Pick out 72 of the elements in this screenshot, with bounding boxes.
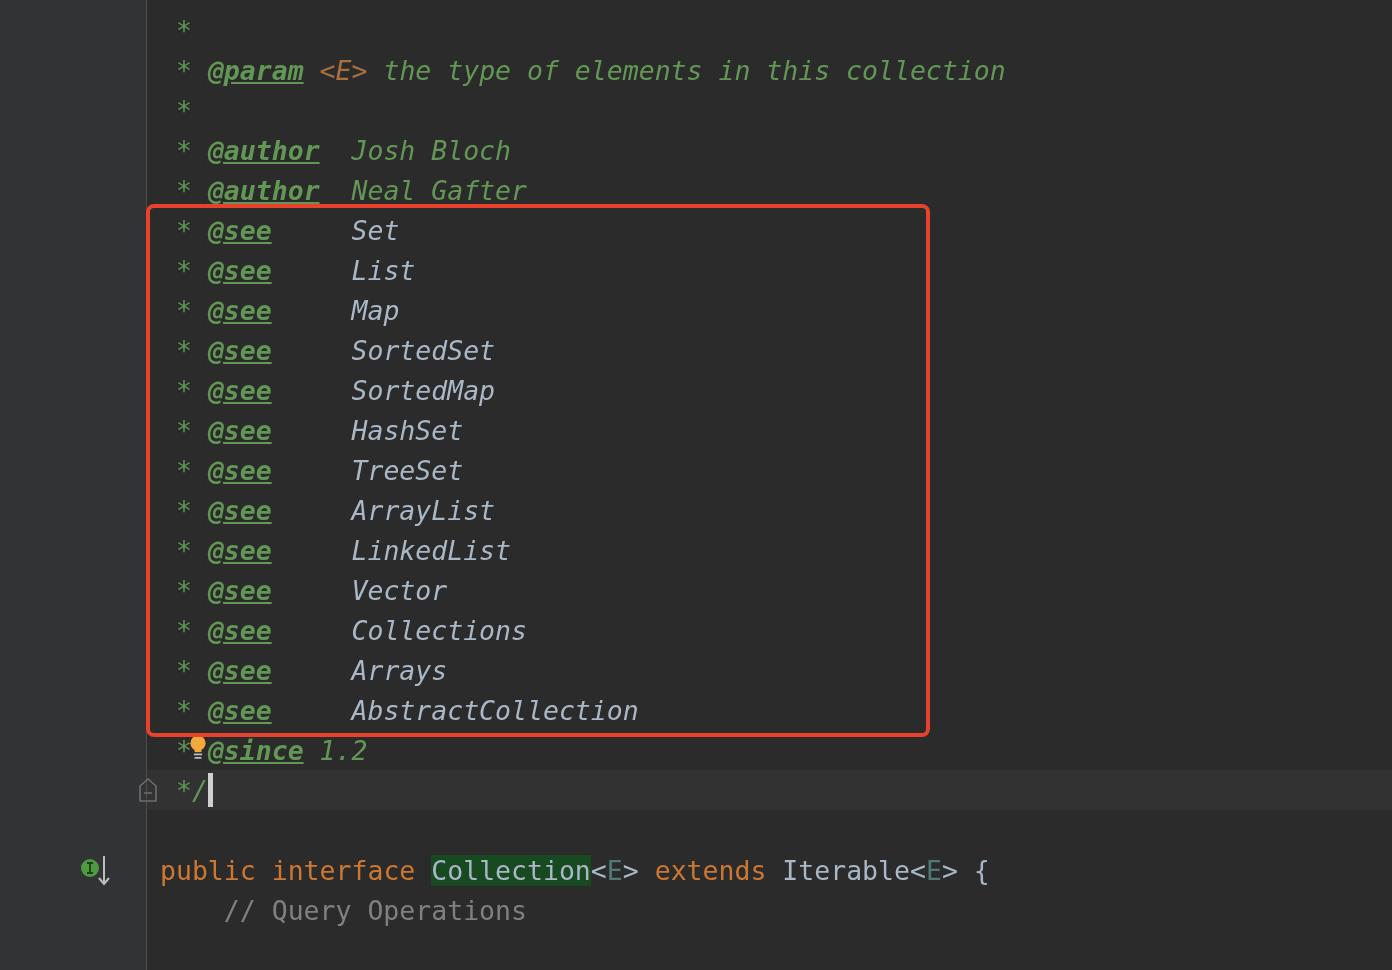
keyword: interface (271, 854, 416, 886)
comment-asterisk: * (176, 214, 192, 246)
keyword: public (160, 854, 256, 886)
javadoc-tag[interactable]: @see (207, 414, 272, 446)
see-reference: HashSet (351, 414, 464, 446)
javadoc-tag[interactable]: @see (207, 214, 272, 246)
javadoc-tag[interactable]: @see (207, 574, 272, 606)
javadoc-tag[interactable]: @author (207, 134, 320, 166)
comment-asterisk: * (176, 414, 192, 446)
javadoc-tag[interactable]: @param (207, 54, 304, 86)
comment-asterisk: * (176, 694, 192, 726)
see-reference: ArrayList (351, 494, 496, 526)
javadoc-tag[interactable]: @see (207, 494, 272, 526)
see-reference: List (351, 254, 416, 286)
javadoc-tag[interactable]: @see (207, 654, 272, 686)
see-reference: Collections (351, 614, 527, 646)
code-token: < (910, 854, 926, 886)
code-token: Iterable (782, 854, 910, 886)
comment-asterisk: * (176, 494, 192, 526)
comment-asterisk: * (176, 454, 192, 486)
javadoc-tag[interactable]: @see (207, 454, 272, 486)
comment-asterisk: * (176, 174, 192, 206)
see-reference: Set (351, 214, 400, 246)
see-reference: Arrays (351, 654, 448, 686)
comment-asterisk: * (176, 94, 192, 126)
comment-asterisk: * (176, 734, 192, 766)
comment-asterisk: * (176, 14, 192, 46)
line-comment: // Query Operations (223, 894, 527, 926)
see-reference: LinkedList (351, 534, 512, 566)
tag-description: the type of elements in this collection (383, 54, 1006, 86)
code-token: > (941, 854, 958, 886)
javadoc-tag[interactable]: @see (207, 534, 272, 566)
see-reference: Vector (351, 574, 448, 606)
javadoc-tag[interactable]: @see (207, 614, 272, 646)
fold-icon[interactable] (139, 778, 157, 802)
see-reference: SortedSet (351, 334, 496, 366)
see-reference: AbstractCollection (351, 694, 639, 726)
keyword: extends (654, 854, 767, 886)
implemented-marker-icon[interactable] (80, 854, 112, 886)
javadoc-tag[interactable]: @see (207, 294, 272, 326)
see-reference: SortedMap (351, 374, 496, 406)
comment-asterisk: * (176, 334, 192, 366)
highlighted-identifier: Collection (431, 854, 591, 886)
javadoc-tag[interactable]: @see (207, 694, 272, 726)
see-reference: Map (351, 294, 400, 326)
text-caret (207, 773, 213, 807)
comment-asterisk: * (176, 654, 192, 686)
code-token: > (622, 854, 639, 886)
comment-asterisk: * (176, 574, 192, 606)
javadoc-tag[interactable]: @see (207, 254, 272, 286)
comment-asterisk: * (176, 534, 192, 566)
code-token: < (590, 854, 607, 886)
tag-description: Josh Bloch (351, 134, 512, 166)
comment-end: */ (176, 774, 208, 806)
code-token: E (606, 854, 623, 886)
see-reference: TreeSet (351, 454, 464, 486)
comment-asterisk: * (176, 254, 192, 286)
javadoc-tag[interactable]: @author (207, 174, 320, 206)
javadoc-tag[interactable]: @since (207, 734, 304, 766)
javadoc-tag[interactable]: @see (207, 334, 272, 366)
comment-asterisk: * (176, 614, 192, 646)
comment-asterisk: * (176, 374, 192, 406)
tag-description: 1.2 (319, 734, 368, 766)
javadoc-tag[interactable]: @see (207, 374, 272, 406)
code-token: { (973, 854, 990, 886)
comment-asterisk: * (176, 294, 192, 326)
type-parameter: <E> (319, 54, 368, 86)
code-token: E (925, 854, 942, 886)
lightbulb-icon[interactable] (189, 734, 207, 761)
comment-asterisk: * (176, 54, 192, 86)
comment-asterisk: * (176, 134, 192, 166)
tag-description: Neal Gafter (351, 174, 527, 206)
